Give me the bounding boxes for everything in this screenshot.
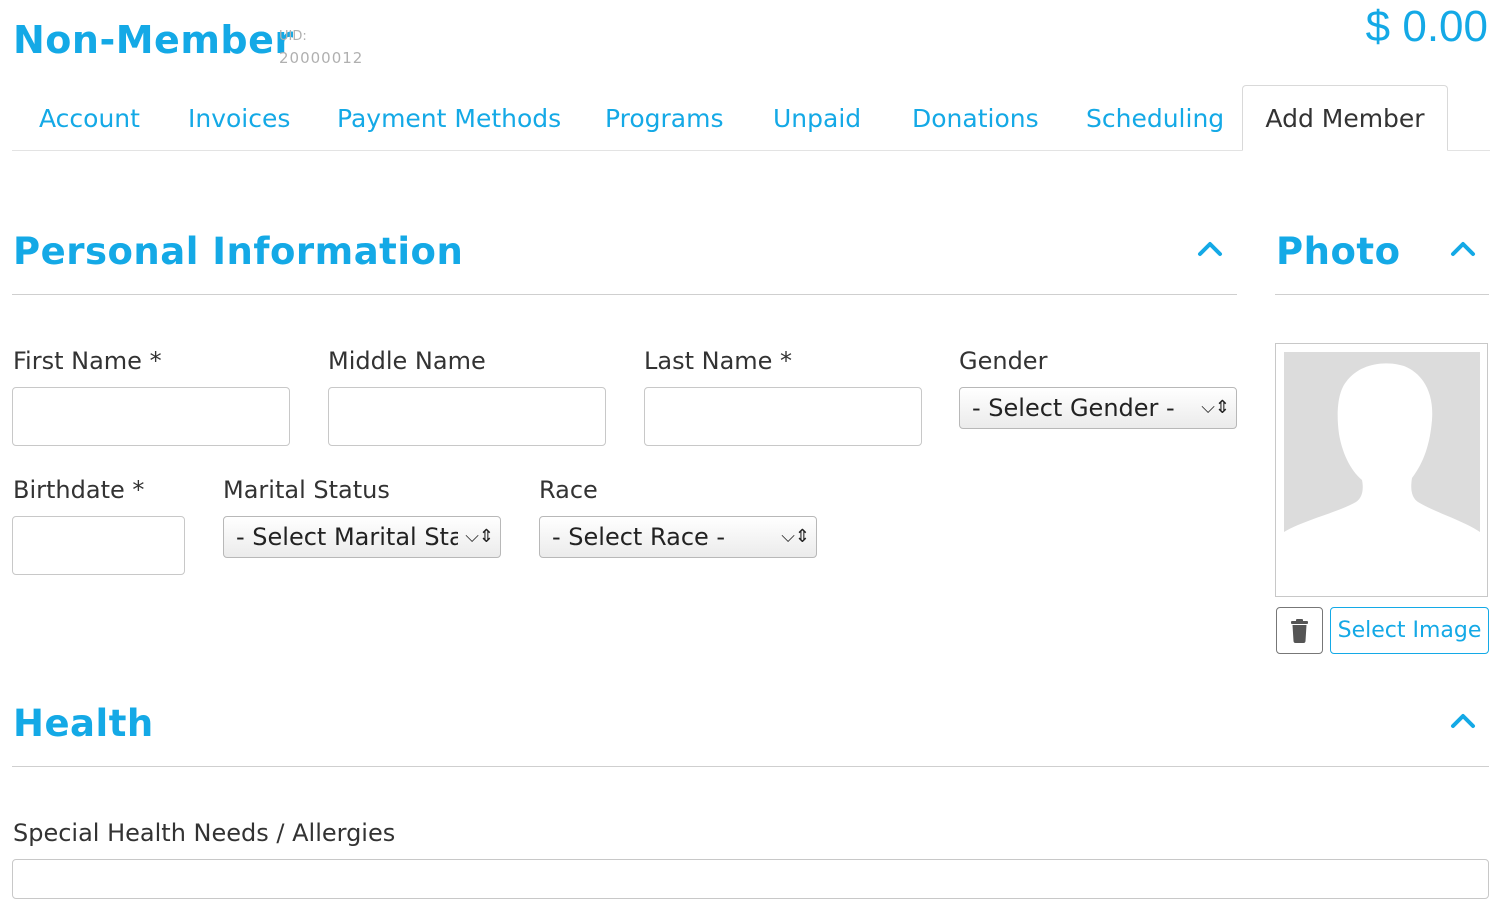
gender-select-value: - Select Gender - — [972, 394, 1175, 422]
tab-payment-methods[interactable]: Payment Methods — [337, 100, 561, 138]
photo-divider — [1275, 294, 1489, 295]
first-name-input[interactable] — [12, 387, 290, 446]
tab-donations[interactable]: Donations — [912, 100, 1039, 138]
select-image-button[interactable]: Select Image — [1330, 607, 1489, 654]
tab-invoices[interactable]: Invoices — [188, 100, 290, 138]
first-name-label: First Name * — [13, 347, 162, 375]
uid-value: 20000012 — [279, 49, 364, 67]
photo-title: Photo — [1276, 230, 1401, 273]
tab-scheduling[interactable]: Scheduling — [1086, 100, 1224, 138]
health-title: Health — [13, 702, 154, 745]
personal-info-divider — [12, 294, 1237, 295]
uid-label: UID: — [279, 29, 307, 44]
middle-name-label: Middle Name — [328, 347, 486, 375]
race-select-value: - Select Race - — [552, 523, 726, 551]
race-select[interactable]: - Select Race - ⌵⇕ — [539, 516, 817, 558]
gender-select[interactable]: - Select Gender - ⌵⇕ — [959, 387, 1237, 429]
race-label: Race — [539, 476, 598, 504]
photo-frame — [1275, 343, 1488, 597]
last-name-label: Last Name * — [644, 347, 793, 375]
marital-status-select-value: - Select Marital Status - — [236, 523, 458, 551]
tab-account[interactable]: Account — [39, 100, 140, 138]
tab-unpaid[interactable]: Unpaid — [773, 100, 861, 138]
marital-status-label: Marital Status — [223, 476, 390, 504]
tab-add-member[interactable]: Add Member — [1242, 85, 1448, 151]
member-type-title: Non-Member — [13, 18, 294, 62]
birthdate-label: Birthdate * — [13, 476, 145, 504]
health-divider — [12, 766, 1489, 767]
tab-programs[interactable]: Programs — [605, 100, 724, 138]
gender-label: Gender — [959, 347, 1048, 375]
delete-photo-button[interactable] — [1276, 607, 1323, 654]
birthdate-input[interactable] — [12, 516, 185, 575]
avatar-silhouette-icon — [1284, 352, 1480, 557]
last-name-input[interactable] — [644, 387, 922, 446]
special-health-needs-label: Special Health Needs / Allergies — [13, 819, 396, 847]
collapse-personal-chevron-up-icon[interactable] — [1197, 236, 1223, 262]
select-arrows-icon: ⌵⇕ — [1201, 397, 1230, 418]
marital-status-select[interactable]: - Select Marital Status - ⌵⇕ — [223, 516, 501, 558]
select-arrows-icon: ⌵⇕ — [781, 526, 810, 547]
account-balance: $ 0.00 — [1365, 2, 1488, 51]
personal-info-title: Personal Information — [13, 230, 464, 273]
trash-icon — [1291, 619, 1308, 643]
select-arrows-icon: ⌵⇕ — [465, 526, 494, 547]
middle-name-input[interactable] — [328, 387, 606, 446]
collapse-health-chevron-up-icon[interactable] — [1450, 708, 1476, 734]
special-health-needs-textarea[interactable] — [12, 859, 1489, 899]
collapse-photo-chevron-up-icon[interactable] — [1450, 236, 1476, 262]
avatar-placeholder — [1284, 352, 1480, 557]
